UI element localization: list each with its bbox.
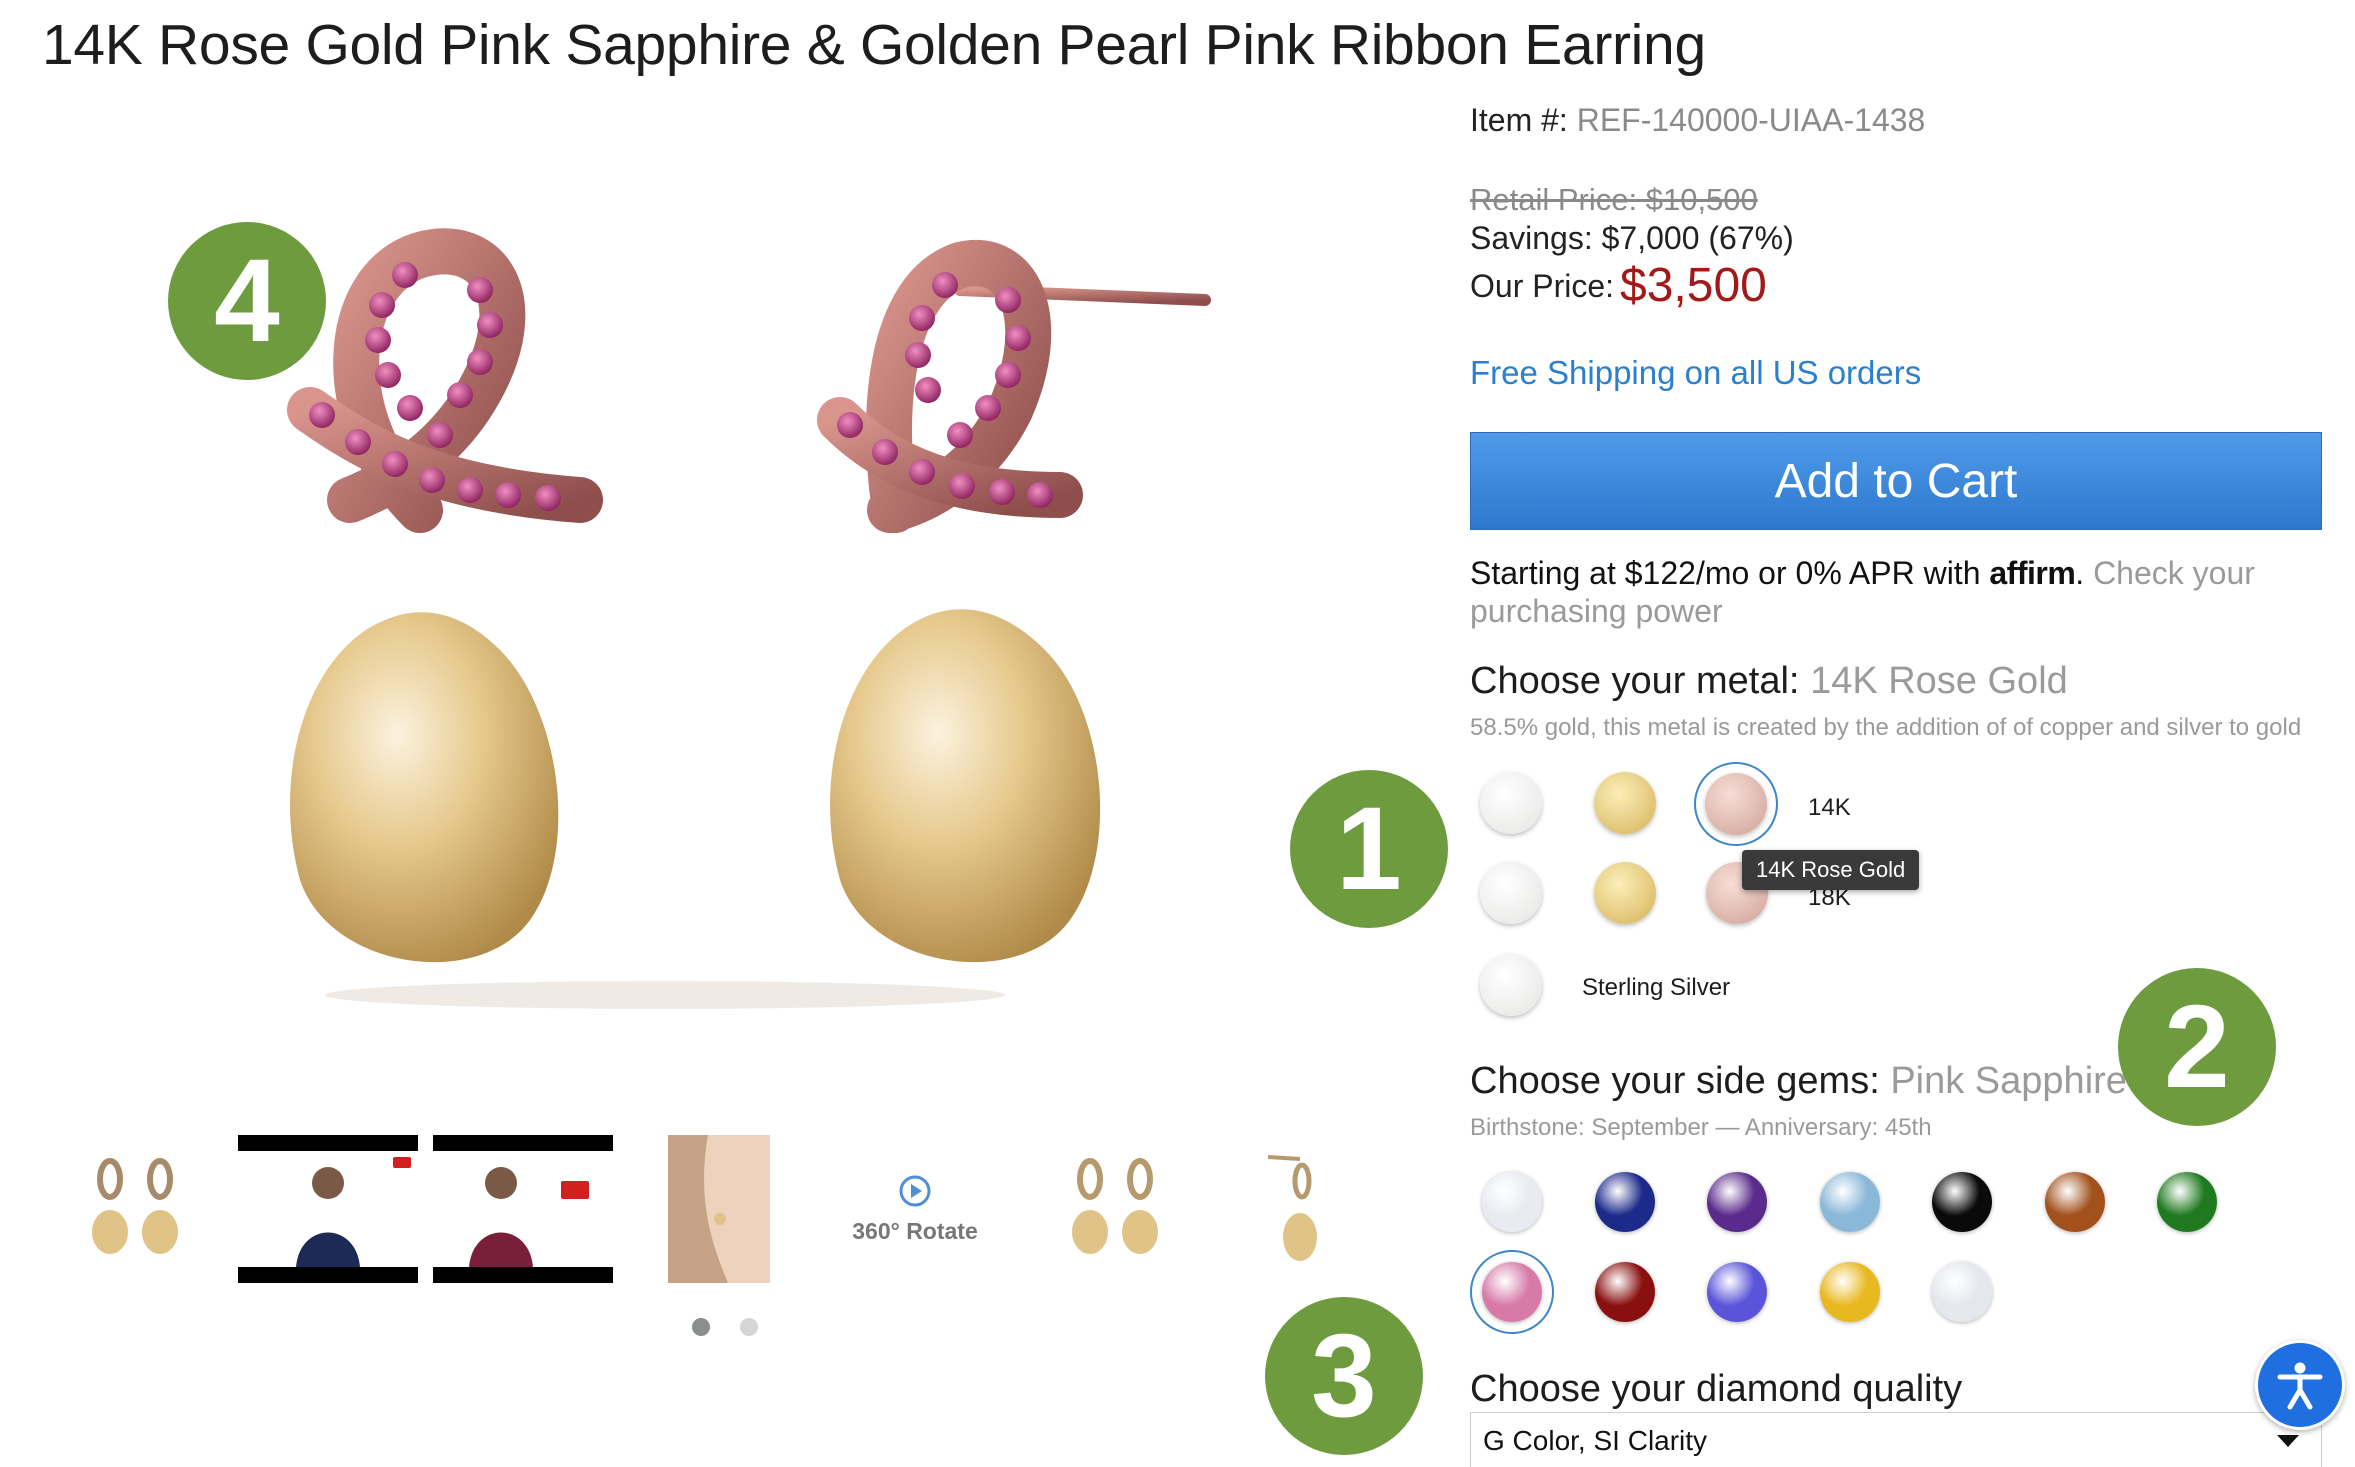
gem-swatch-diamond[interactable]: [1482, 1172, 1542, 1232]
accessibility-button[interactable]: [2255, 1340, 2345, 1430]
diamond-quality-select[interactable]: G Color, SI Clarity: [1470, 1412, 2322, 1467]
metal-swatch-14k-rose[interactable]: [1705, 773, 1767, 835]
left-earring: [287, 228, 603, 963]
metal-swatch-14k-white[interactable]: [1480, 772, 1542, 834]
play-circle-icon: [899, 1175, 931, 1206]
earring-side-icon: [1267, 1155, 1317, 1261]
gem-swatch-emerald[interactable]: [2157, 1172, 2217, 1232]
gem-swatch-aquamarine[interactable]: [1819, 1172, 1880, 1232]
earrings-thumb-icon: [1072, 1158, 1158, 1254]
affirm-text: Starting at $122/mo or 0% APR with: [1470, 555, 1981, 591]
metal-swatch-18k-white[interactable]: [1480, 862, 1542, 924]
free-shipping-link[interactable]: Free Shipping on all US orders: [1470, 354, 1921, 392]
our-price-label: Our Price:: [1470, 268, 1615, 304]
thumbnail-earrings-yellow[interactable]: [1050, 1135, 1180, 1283]
side-gems-selected: Pink Sapphire: [1890, 1060, 2127, 1102]
carousel-dot[interactable]: [740, 1318, 758, 1336]
metal-description: 58.5% gold, this metal is created by the…: [1470, 714, 2302, 741]
metal-selected: 14K Rose Gold: [1810, 660, 2068, 702]
diamond-quality-value: G Color, SI Clarity: [1483, 1425, 1708, 1456]
metal-swatch-14k-rose-selected[interactable]: [1694, 762, 1778, 846]
gem-swatch-amethyst[interactable]: [1707, 1172, 1767, 1232]
metal-swatch-14k-yellow[interactable]: [1594, 772, 1656, 834]
thumbnail-360-rotate[interactable]: 360° Rotate: [845, 1135, 985, 1283]
our-price: Our Price: $3,500: [1470, 258, 1767, 313]
gem-swatch-pink-sapphire[interactable]: [1482, 1262, 1542, 1322]
thumbnail-earrings-front[interactable]: [70, 1135, 200, 1283]
metal-label: Choose your metal: 14K Rose Gold: [1470, 660, 2068, 703]
side-gems-subtitle: Birthstone: September — Anniversary: 45t…: [1470, 1114, 1932, 1141]
step-badge-1: 1: [1290, 770, 1448, 928]
our-price-value: $3,500: [1620, 259, 1767, 312]
item-number-value: REF-140000-UIAA-1438: [1576, 102, 1926, 138]
thumbnail-video-2[interactable]: [433, 1135, 613, 1283]
right-earring: [817, 240, 1211, 963]
video-presenter-icon: [296, 1157, 411, 1267]
chevron-down-icon: [2277, 1435, 2299, 1447]
metal-row-silver-label: Sterling Silver: [1582, 974, 1731, 1001]
metal-swatch-sterling-silver[interactable]: [1480, 954, 1542, 1016]
product-title: 14K Rose Gold Pink Sapphire & Golden Pea…: [42, 13, 1706, 77]
side-gems-label-text: Choose your side gems:: [1470, 1060, 1880, 1102]
carousel-dot-active[interactable]: [692, 1318, 710, 1336]
step-badge-2: 2: [2118, 968, 2276, 1126]
side-gems-label: Choose your side gems: Pink Sapphire: [1470, 1060, 2127, 1103]
retail-price: Retail Price: $10,500: [1470, 182, 1758, 217]
metal-swatch-18k-yellow[interactable]: [1594, 862, 1656, 924]
affirm-logo: affirm: [1989, 555, 2076, 591]
savings: Savings: $7,000 (67%): [1470, 220, 1794, 256]
diamond-quality-label: Choose your diamond quality: [1470, 1368, 1963, 1410]
gem-swatch-ruby[interactable]: [1594, 1262, 1655, 1322]
metal-tooltip: 14K Rose Gold: [1742, 850, 1920, 890]
gem-swatch-black-diamond[interactable]: [1932, 1172, 1992, 1232]
gem-swatch-tanzanite[interactable]: [1707, 1262, 1767, 1322]
gem-swatch-citrine-brown[interactable]: [2044, 1172, 2105, 1232]
metal-label-text: Choose your metal:: [1470, 660, 1800, 702]
earrings-thumb-icon: [92, 1158, 178, 1254]
model-ear-icon: [668, 1135, 770, 1283]
gem-swatch-white-sapphire[interactable]: [1932, 1262, 1992, 1322]
affirm-financing: Starting at $122/mo or 0% APR with affir…: [1470, 555, 2255, 629]
metal-row-14k-label: 14K: [1808, 794, 1851, 821]
step-badge-4: 4: [168, 222, 326, 380]
thumbnail-model-ear[interactable]: [668, 1135, 770, 1283]
gem-swatch-yellow-sapphire[interactable]: [1819, 1262, 1880, 1322]
gem-swatch-blue-sapphire[interactable]: [1594, 1172, 1655, 1232]
item-number: Item #: REF-140000-UIAA-1438: [1470, 102, 1925, 139]
thumbnail-video-1[interactable]: [238, 1135, 418, 1283]
step-badge-3: 3: [1265, 1297, 1423, 1455]
thumbnail-earring-side[interactable]: [1255, 1135, 1335, 1283]
rotate-label: 360° Rotate: [852, 1217, 978, 1244]
video-presenter-icon: [469, 1167, 589, 1267]
item-number-label: Item #:: [1470, 102, 1568, 138]
accessibility-icon: [2277, 1362, 2323, 1410]
add-to-cart-button[interactable]: Add to Cart: [1470, 432, 2322, 530]
